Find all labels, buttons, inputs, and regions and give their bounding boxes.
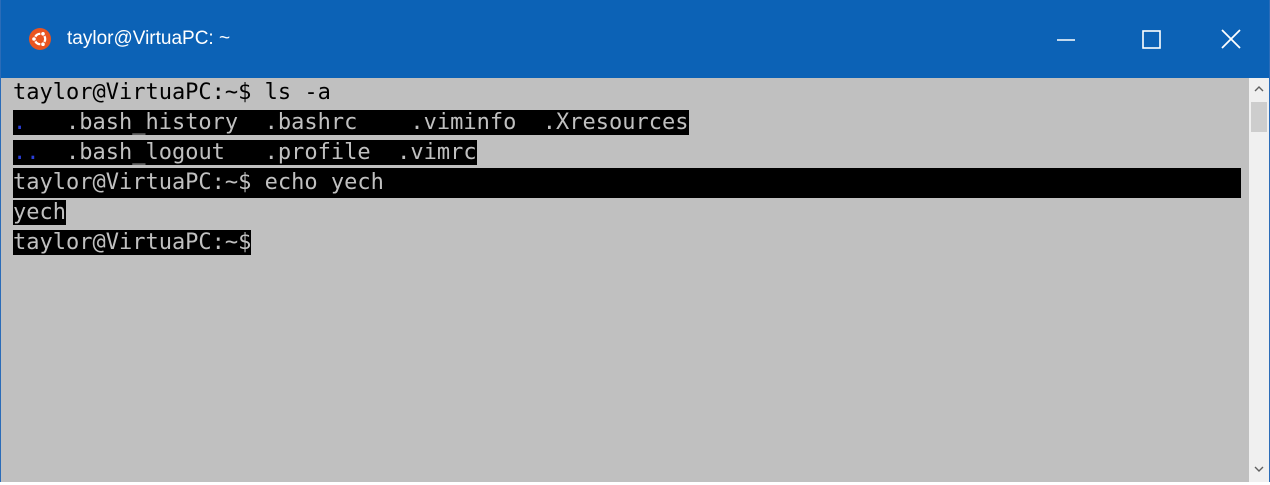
scroll-down-button[interactable]: [1249, 458, 1269, 480]
terminal-line-ls-command: taylor@VirtuaPC:~$ ls -a: [13, 78, 331, 108]
terminal-line-listing-2: .. .bash_logout .profile .vimrc: [13, 138, 477, 168]
command-text: ls -a: [251, 80, 331, 105]
vertical-scrollbar[interactable]: [1249, 78, 1269, 482]
parent-dir-entry: ..: [13, 140, 40, 165]
listing-files: .bash_history .bashrc .viminfo .Xresourc…: [26, 110, 689, 135]
terminal-window: taylor@VirtuaPC: ~ taylor@VirtuaPC:~$ ls…: [0, 0, 1270, 482]
terminal-line-prompt: taylor@VirtuaPC:~$: [13, 228, 252, 258]
scroll-down-arrow-icon: [1254, 466, 1264, 472]
close-button[interactable]: [1191, 0, 1270, 78]
current-dir-entry: .: [13, 110, 27, 135]
title-bar[interactable]: taylor@VirtuaPC: ~: [1, 0, 1269, 78]
terminal-line-output: yech: [13, 198, 66, 228]
scroll-up-arrow-icon: [1254, 86, 1264, 92]
command-output: yech: [13, 200, 66, 225]
terminal-line-echo-command: taylor@VirtuaPC:~$ echo yech: [13, 168, 1241, 198]
scroll-up-button[interactable]: [1249, 78, 1269, 100]
maximize-button[interactable]: [1111, 0, 1201, 78]
current-prompt: taylor@VirtuaPC:~$: [13, 230, 252, 255]
terminal-output[interactable]: taylor@VirtuaPC:~$ ls -a . .bash_history…: [1, 78, 1249, 482]
listing-files: .bash_logout .profile .vimrc: [39, 140, 477, 165]
close-icon: [1221, 29, 1241, 49]
window-title: taylor@VirtuaPC: ~: [67, 28, 231, 49]
terminal-line-listing-1: . .bash_history .bashrc .viminfo .Xresou…: [13, 108, 689, 138]
prompt: taylor@VirtuaPC:~$: [13, 170, 252, 195]
prompt: taylor@VirtuaPC:~$: [13, 80, 252, 105]
minimize-icon: [1057, 39, 1075, 41]
minimize-button[interactable]: [1027, 0, 1117, 78]
ubuntu-logo-icon[interactable]: [29, 28, 51, 50]
listing-row-2: .. .bash_logout .profile .vimrc: [13, 140, 477, 165]
scroll-thumb[interactable]: [1251, 102, 1267, 132]
listing-row-1: . .bash_history .bashrc .viminfo .Xresou…: [13, 110, 689, 135]
command-text: echo yech: [251, 170, 384, 195]
maximize-icon: [1142, 30, 1161, 49]
